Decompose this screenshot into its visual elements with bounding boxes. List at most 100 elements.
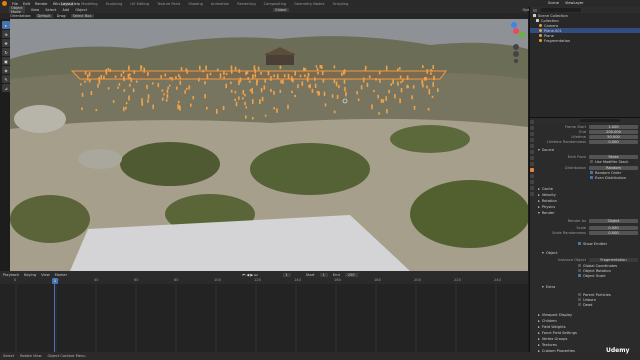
tab-shading[interactable]: Shading <box>187 2 204 6</box>
tab-compositing[interactable]: Compositing <box>263 2 288 6</box>
data-tab-icon[interactable] <box>530 186 534 190</box>
source-panel-header[interactable]: ▾ Source <box>538 147 640 152</box>
camera-view-icon[interactable] <box>514 59 518 63</box>
y-axis-icon[interactable] <box>519 32 525 38</box>
outliner-search[interactable] <box>541 8 581 12</box>
field-weights-panel-header[interactable]: ▸ Field Weights <box>538 324 640 329</box>
scene-tab-icon[interactable] <box>530 144 534 148</box>
blender-logo-icon[interactable] <box>2 1 7 6</box>
playback-menu[interactable]: Playback <box>3 273 19 277</box>
outliner-filter-icon[interactable] <box>533 8 537 12</box>
velocity-panel-header[interactable]: ▸ Velocity <box>538 192 640 197</box>
distribution-dropdown[interactable]: Random <box>589 165 638 170</box>
output-tab-icon[interactable] <box>530 132 534 136</box>
render-as-dropdown[interactable]: Object <box>589 218 638 223</box>
menu-file[interactable]: File <box>12 2 18 6</box>
current-frame-field[interactable]: 1 <box>282 272 291 277</box>
menu-render[interactable]: Render <box>35 2 48 6</box>
navigation-gizmo[interactable] <box>505 21 527 63</box>
physics-panel-header[interactable]: ▸ Physics <box>538 204 640 209</box>
keying-menu[interactable]: Keying <box>24 273 36 277</box>
tab-modeling[interactable]: Modeling <box>80 2 98 6</box>
particle <box>247 77 249 80</box>
render-tab-icon[interactable] <box>530 126 534 130</box>
menu-view[interactable]: View <box>31 8 40 12</box>
show-emitter-checkbox[interactable]: Show Emitter <box>578 241 640 246</box>
scale-field[interactable]: 0.050 <box>589 225 638 230</box>
emit-from-dropdown[interactable]: Faces <box>589 154 638 159</box>
transform-orientation[interactable]: Global <box>273 8 289 12</box>
measure-tool-icon[interactable]: ⊿ <box>2 84 10 92</box>
frame-start-field[interactable]: 1.000 <box>589 124 638 129</box>
modifier-tab-icon[interactable] <box>530 162 534 166</box>
tool-tab-icon[interactable] <box>530 120 534 124</box>
pan-icon[interactable] <box>513 51 519 57</box>
physics-tab-icon[interactable] <box>530 174 534 178</box>
timeline-view-menu[interactable]: View <box>41 273 50 277</box>
tab-animation[interactable]: Animation <box>210 2 230 6</box>
menu-select[interactable]: Select <box>45 8 56 12</box>
menu-add[interactable]: Add <box>62 8 69 12</box>
move-tool-icon[interactable]: ✥ <box>2 39 10 47</box>
select-box-tool-icon[interactable]: ▸ <box>2 21 10 29</box>
drag-dropdown[interactable]: Select Box <box>70 14 94 18</box>
scene-selector[interactable]: Scene ViewLayer <box>548 1 636 6</box>
viewport-display-panel-header[interactable]: ▸ Viewport Display <box>538 312 640 317</box>
object-panel-header[interactable]: ▾ Object <box>542 250 640 255</box>
rotation-panel-header[interactable]: ▸ Rotation <box>538 198 640 203</box>
rotate-tool-icon[interactable]: ↻ <box>2 48 10 56</box>
playhead[interactable]: 1 <box>52 278 58 284</box>
outliner-item-fragmentation[interactable]: Fragmentation <box>530 38 640 43</box>
tab-texture-paint[interactable]: Texture Paint <box>156 2 181 6</box>
status-context-menu: Object Context Menu <box>47 354 86 358</box>
z-axis-icon[interactable] <box>511 22 517 28</box>
particles-tab-icon[interactable] <box>530 168 534 172</box>
scale-tool-icon[interactable]: ▣ <box>2 57 10 65</box>
menu-edit[interactable]: Edit <box>23 2 30 6</box>
tab-layout[interactable]: Layout <box>60 1 75 6</box>
render-panel-header[interactable]: ▾ Render <box>538 210 640 215</box>
x-axis-icon[interactable] <box>513 28 519 34</box>
tab-uv-editing[interactable]: UV Editing <box>129 2 150 6</box>
annotate-tool-icon[interactable]: ✎ <box>2 75 10 83</box>
3d-viewport[interactable] <box>10 19 528 271</box>
particle <box>287 73 290 79</box>
object-scale-checkbox[interactable]: Object Scale <box>578 273 640 278</box>
lifetime-field[interactable]: 50.000 <box>589 134 638 139</box>
use-modifier-stack-checkbox[interactable]: Use Modifier Stack <box>590 159 640 164</box>
view-layer-name[interactable]: ViewLayer <box>565 1 584 6</box>
scene-name[interactable]: Scene <box>548 1 559 6</box>
tab-rendering[interactable]: Rendering <box>236 2 256 6</box>
start-frame-field[interactable]: 1 <box>319 272 328 277</box>
cache-panel-header[interactable]: ▸ Cache <box>538 186 640 191</box>
play-controls[interactable]: ⏮ ◀ ▶ ⏭ <box>242 273 257 277</box>
view-layer-tab-icon[interactable] <box>530 138 534 142</box>
tab-geometry-nodes[interactable]: Geometry Nodes <box>293 2 325 6</box>
menu-object[interactable]: Object <box>75 8 87 12</box>
even-distribution-checkbox[interactable]: Even Distribution <box>590 175 640 180</box>
marker-menu[interactable]: Marker <box>55 273 67 277</box>
extra-panel-header[interactable]: ▾ Extra <box>542 284 640 289</box>
timeline-area[interactable] <box>0 278 528 352</box>
zoom-icon[interactable] <box>513 44 519 50</box>
force-field-panel-header[interactable]: ▸ Force Field Settings <box>538 330 640 335</box>
end-frame-field[interactable]: 250 <box>344 272 358 277</box>
material-tab-icon[interactable] <box>530 192 534 196</box>
tab-sculpting[interactable]: Sculpting <box>105 2 124 6</box>
lifetime-randomness-field[interactable]: 0.000 <box>589 139 638 144</box>
scale-randomness-field[interactable]: 0.000 <box>589 230 638 235</box>
constraints-tab-icon[interactable] <box>530 180 534 184</box>
children-panel-header[interactable]: ▸ Children <box>538 318 640 323</box>
object-tab-icon[interactable] <box>530 156 534 160</box>
world-tab-icon[interactable] <box>530 150 534 154</box>
dead-checkbox[interactable]: Dead <box>578 302 640 307</box>
orientation-dropdown[interactable]: Default <box>35 14 53 18</box>
timeline-ruler[interactable]: 020406080100120140160180200220240 <box>0 278 528 284</box>
frame-end-field[interactable]: 200.000 <box>589 129 638 134</box>
tab-scripting[interactable]: Scripting <box>331 2 349 6</box>
instance-object-field[interactable]: Fragmentation <box>589 257 638 262</box>
transform-tool-icon[interactable]: ◈ <box>2 66 10 74</box>
cursor-tool-icon[interactable]: ⊕ <box>2 30 10 38</box>
vertex-groups-panel-header[interactable]: ▸ Vertex Groups <box>538 336 640 341</box>
properties-search[interactable] <box>580 119 620 122</box>
